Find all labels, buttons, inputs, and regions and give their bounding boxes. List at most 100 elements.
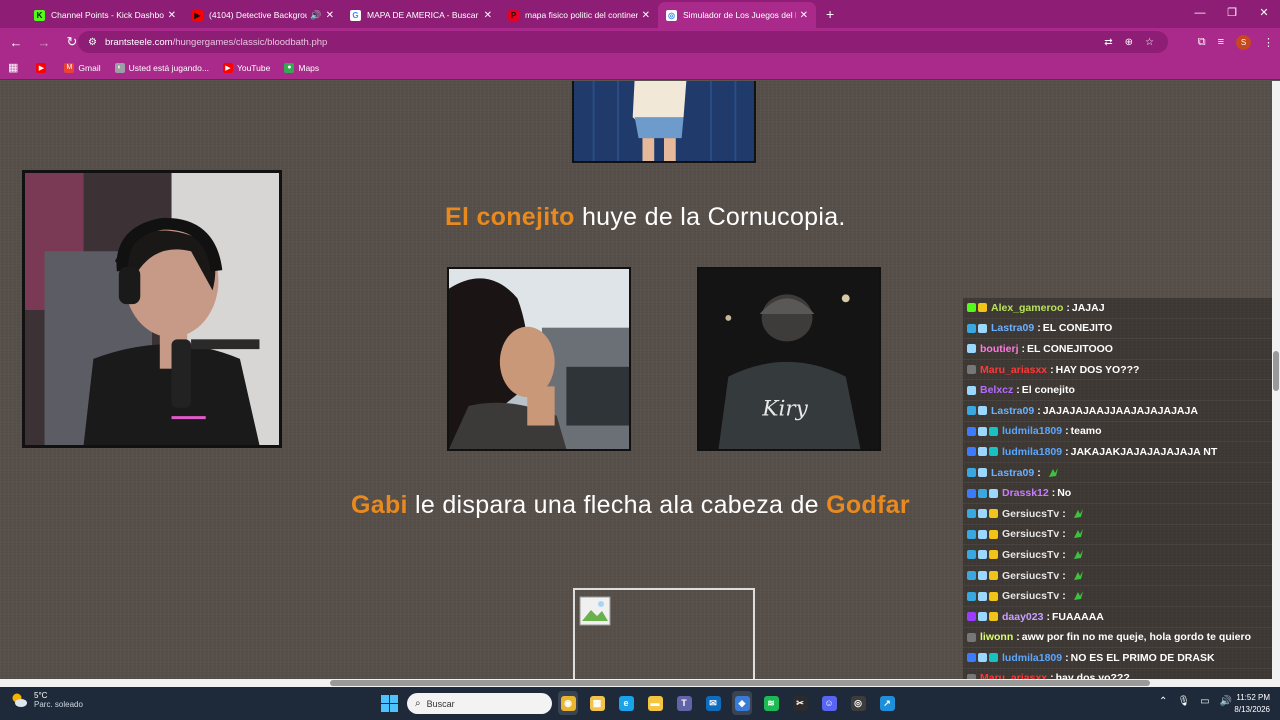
- close-tab-icon[interactable]: ✕: [168, 10, 176, 21]
- bookmark-3[interactable]: ▶ YouTube: [222, 62, 270, 73]
- tab-3[interactable]: Pmapa fisico politic del continen... ✕: [500, 2, 658, 28]
- apps-grid-icon[interactable]: ▦: [8, 61, 18, 74]
- taskbar-apps: ◉ ▦ e ▬ T ✉ ◆ ≋ ✂ ☺ ◎ ↗: [558, 691, 897, 715]
- chat-username[interactable]: Belxcz: [980, 384, 1013, 396]
- microphone-icon[interactable]: 🎙: [1177, 696, 1190, 707]
- close-window-icon[interactable]: ✕: [1248, 0, 1280, 28]
- taskbar-app-8[interactable]: ✂: [790, 691, 810, 715]
- taskbar-clock[interactable]: 11:52 PM 8/13/2026: [1234, 692, 1270, 716]
- volume-icon[interactable]: 🔊: [1220, 696, 1232, 707]
- chat-username[interactable]: GersiucsTv: [1002, 508, 1059, 520]
- chat-username[interactable]: Drassk12: [1002, 487, 1049, 499]
- tab-2[interactable]: G MAPA DE AMERICA - Buscar co... ✕: [342, 2, 500, 28]
- pinterest-icon: P: [508, 9, 519, 21]
- close-tab-icon[interactable]: ✕: [484, 10, 492, 21]
- horizontal-scroll-thumb[interactable]: [330, 680, 1150, 686]
- chat-message: GersiucsTv:: [963, 545, 1272, 566]
- bookmark-4[interactable]: ● Maps: [284, 62, 319, 73]
- chat-separator: :: [1037, 404, 1041, 417]
- bookmark-star-icon[interactable]: ☆: [1145, 37, 1154, 48]
- close-tab-icon[interactable]: ✕: [800, 10, 808, 21]
- badge-icon: [967, 529, 976, 539]
- badge-icon: [978, 468, 987, 478]
- chat-badges: [967, 406, 987, 416]
- new-tab-icon[interactable]: +: [826, 6, 834, 22]
- bookmark-0[interactable]: ▶: [36, 62, 50, 73]
- chat-username[interactable]: Lastra09: [991, 467, 1034, 479]
- chat-username[interactable]: GersiucsTv: [1002, 590, 1059, 602]
- taskbar-app-11[interactable]: ↗: [877, 691, 897, 715]
- vertical-scrollbar[interactable]: [1272, 81, 1280, 679]
- chat-separator: :: [1062, 507, 1066, 520]
- taskbar-app-7[interactable]: ≋: [761, 691, 781, 715]
- chat-username[interactable]: GersiucsTv: [1002, 549, 1059, 561]
- chat-message: GersiucsTv:: [963, 504, 1272, 525]
- network-icon[interactable]: ▭: [1200, 696, 1209, 707]
- badge-icon: [978, 653, 987, 663]
- zoom-icon[interactable]: ⊕: [1125, 37, 1133, 48]
- chat-text: JAJAJ: [1071, 301, 1105, 314]
- chevron-up-icon[interactable]: ⌃: [1159, 696, 1167, 707]
- taskbar-app-3[interactable]: ▬: [645, 691, 665, 715]
- webcam-overlay: [22, 170, 282, 448]
- tab-0[interactable]: K Channel Points - Kick Dashbo... ✕: [26, 2, 184, 28]
- tribute-portrait-top: [572, 81, 756, 163]
- taskbar-app-10[interactable]: ◎: [848, 691, 868, 715]
- taskbar-app-2[interactable]: e: [616, 691, 636, 715]
- weather-widget[interactable]: 5°C Parc. soleado: [10, 691, 83, 709]
- back-icon[interactable]: ←: [4, 35, 28, 50]
- chat-text: JAJAJAJAAJJAAJAJAJAJAJA: [1042, 404, 1198, 417]
- chat-username[interactable]: daay023: [1002, 611, 1043, 623]
- close-tab-icon[interactable]: ✕: [642, 10, 650, 21]
- taskbar-app-0[interactable]: ◉: [558, 691, 578, 715]
- taskbar-app-9[interactable]: ☺: [819, 691, 839, 715]
- profile-avatar[interactable]: S: [1236, 34, 1251, 50]
- translate-icon[interactable]: ⇄: [1104, 37, 1112, 48]
- chat-username[interactable]: Alex_gameroo: [991, 302, 1063, 314]
- bookmark-2[interactable]: ◐ Usted está jugando...: [114, 62, 209, 73]
- close-tab-icon[interactable]: ✕: [326, 10, 334, 21]
- site-info-icon[interactable]: ⚙: [88, 37, 97, 48]
- chat-username[interactable]: ludmila1809: [1002, 446, 1062, 458]
- chat-badges: [967, 344, 976, 354]
- badge-icon: [967, 344, 976, 354]
- chat-username[interactable]: Lastra09: [991, 322, 1034, 334]
- address-bar[interactable]: ⚙ brantsteele.com/hungergames/classic/bl…: [78, 31, 1168, 53]
- tribute-name: Godfar: [826, 491, 910, 519]
- chat-text: FUAAAAA: [1051, 610, 1104, 623]
- badge-icon: [967, 303, 976, 313]
- tab-1[interactable]: ▶ (4104) Detective Backgroun...🔊 ✕: [184, 2, 342, 28]
- bookmark-1[interactable]: M Gmail: [64, 62, 101, 73]
- chat-username[interactable]: ludmila1809: [1002, 652, 1062, 664]
- tribute-portrait-gabi: [447, 267, 631, 451]
- windows-start-icon[interactable]: [381, 695, 398, 712]
- chat-badges: [967, 488, 998, 498]
- tab-title: mapa fisico politic del continen...: [525, 10, 638, 20]
- restore-icon[interactable]: ❐: [1216, 0, 1248, 28]
- menu-icon[interactable]: ⋮: [1263, 36, 1274, 49]
- chat-username[interactable]: Lastra09: [991, 405, 1034, 417]
- chat-username[interactable]: GersiucsTv: [1002, 570, 1059, 582]
- taskbar-app-1[interactable]: ▦: [587, 691, 607, 715]
- chat-username[interactable]: liwonn: [980, 631, 1013, 643]
- taskbar-app-5[interactable]: ✉: [703, 691, 723, 715]
- chat-username[interactable]: boutierj: [980, 343, 1019, 355]
- speaker-icon[interactable]: 🔊: [310, 10, 321, 21]
- chat-badges: [967, 612, 998, 622]
- media-control-icon[interactable]: ≡: [1218, 36, 1224, 48]
- vertical-scroll-thumb[interactable]: [1273, 351, 1279, 391]
- extensions-icon[interactable]: ⧉: [1198, 36, 1206, 49]
- chat-text: JAKAJAKJAJAJAJAJAJA NT: [1070, 445, 1218, 458]
- taskbar-search[interactable]: ⌕ Buscar: [407, 693, 552, 714]
- mail-icon: ✉: [705, 695, 721, 711]
- forward-icon[interactable]: →: [32, 35, 56, 50]
- chat-username[interactable]: GersiucsTv: [1002, 528, 1059, 540]
- chat-username[interactable]: Maru_ariasxx: [980, 364, 1047, 376]
- tab-4[interactable]: ◎ Simulador de Los Juegos del H... ✕: [658, 2, 816, 28]
- horizontal-scrollbar[interactable]: [0, 679, 1280, 687]
- taskbar-app-6[interactable]: ◆: [732, 691, 752, 715]
- taskbar-app-4[interactable]: T: [674, 691, 694, 715]
- chat-separator: :: [1046, 610, 1050, 623]
- minimize-icon[interactable]: —: [1184, 0, 1216, 28]
- chat-username[interactable]: ludmila1809: [1002, 425, 1062, 437]
